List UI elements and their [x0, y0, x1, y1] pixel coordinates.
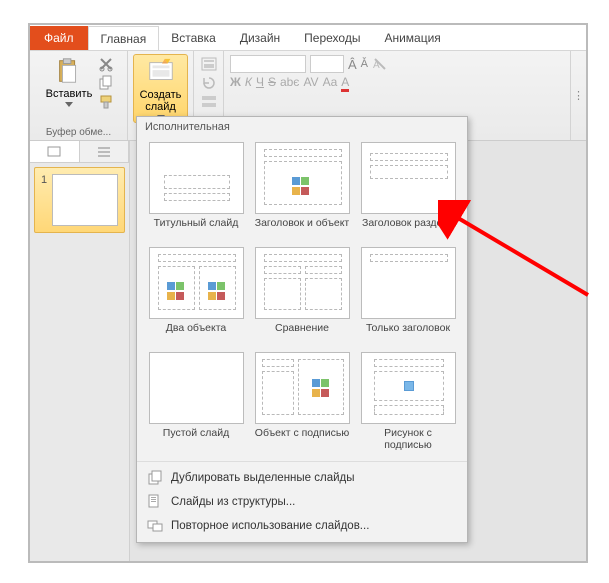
group-clipboard-label: Буфер обме...	[35, 127, 122, 139]
layout-section-header[interactable]: Заголовок раздела	[357, 140, 459, 243]
group-clipboard: Вставить Буфер обме...	[30, 51, 128, 140]
layout-content-caption[interactable]: Объект с подписью	[251, 350, 353, 453]
slides-icon	[46, 144, 62, 160]
layout-label: Рисунок с подписью	[359, 427, 457, 451]
layout-blank[interactable]: Пустой слайд	[145, 350, 247, 453]
layout-thumb	[255, 142, 350, 214]
format-painter-icon[interactable]	[98, 94, 114, 110]
duplicate-icon	[147, 470, 163, 486]
new-slide-label: Создать слайд	[137, 89, 184, 113]
slide-thumb-1[interactable]: 1	[34, 167, 125, 233]
layout-label: Пустой слайд	[163, 427, 229, 451]
slide-number: 1	[41, 174, 48, 226]
layout-label: Заголовок раздела	[362, 217, 454, 241]
layout-title-slide[interactable]: Титульный слайд	[145, 140, 247, 243]
outline-tab[interactable]	[80, 141, 130, 162]
svg-text:A: A	[373, 60, 380, 71]
font-family-combo[interactable]	[230, 55, 306, 73]
menu-reuse-slides[interactable]: Повторное использование слайдов...	[137, 514, 467, 538]
layout-thumb	[361, 352, 456, 424]
tab-file[interactable]: Файл	[30, 26, 88, 50]
layout-thumb	[361, 247, 456, 319]
layout-thumb	[255, 352, 350, 424]
paste-icon	[54, 56, 84, 86]
bold-button[interactable]: Ж	[230, 75, 241, 92]
layout-title-only[interactable]: Только заголовок	[357, 245, 459, 348]
layout-thumb	[149, 352, 244, 424]
menu-label: Слайды из структуры...	[171, 496, 295, 508]
layout-label: Объект с подписью	[255, 427, 349, 451]
theme-title: Исполнительная	[137, 117, 467, 136]
tab-design[interactable]: Дизайн	[228, 26, 292, 49]
paste-button[interactable]: Вставить	[43, 54, 96, 109]
layout-gallery: Титульный слайд Заголовок и объект Загол…	[137, 136, 467, 461]
dropdown-menu: Дублировать выделенные слайды Слайды из …	[137, 462, 467, 542]
menu-duplicate-slides[interactable]: Дублировать выделенные слайды	[137, 466, 467, 490]
tab-animation[interactable]: Анимация	[372, 26, 452, 49]
new-slide-icon	[146, 57, 176, 87]
clear-format-icon[interactable]: A	[372, 56, 388, 72]
thumbnails-tab[interactable]	[30, 141, 80, 162]
new-slide-dropdown: Исполнительная Титульный слайд Заголовок…	[136, 116, 468, 543]
paste-label: Вставить	[46, 88, 93, 100]
layout-thumb	[255, 247, 350, 319]
outline-icon	[96, 144, 112, 160]
cut-icon[interactable]	[98, 56, 114, 72]
copy-icon[interactable]	[98, 75, 114, 91]
tab-transitions[interactable]: Переходы	[292, 26, 372, 49]
font-color-button[interactable]: A	[341, 75, 349, 92]
tab-insert[interactable]: Вставка	[159, 26, 228, 49]
tab-home[interactable]: Главная	[88, 26, 160, 50]
chevron-down-icon	[65, 102, 73, 107]
layout-title-content[interactable]: Заголовок и объект	[251, 140, 353, 243]
slide-panel: 1	[30, 141, 130, 561]
layout-label: Только заголовок	[366, 322, 450, 346]
shadow-button[interactable]: abє	[280, 75, 299, 92]
outline-file-icon	[147, 494, 163, 510]
layout-picture-caption[interactable]: Рисунок с подписью	[357, 350, 459, 453]
view-tabs	[30, 141, 129, 163]
layout-comparison[interactable]: Сравнение	[251, 245, 353, 348]
layout-thumb	[149, 142, 244, 214]
case-button[interactable]: Aa	[323, 75, 338, 92]
underline-button[interactable]: Ч	[256, 75, 264, 92]
layout-label: Два объекта	[166, 322, 226, 346]
reset-icon[interactable]	[201, 75, 217, 91]
spacing-button[interactable]: AV	[303, 75, 318, 92]
layout-label: Титульный слайд	[154, 217, 239, 241]
section-icon[interactable]	[201, 94, 217, 110]
layout-two-content[interactable]: Два объекта	[145, 245, 247, 348]
layout-thumb	[361, 142, 456, 214]
font-size-combo[interactable]	[310, 55, 344, 73]
tab-bar: Файл Главная Вставка Дизайн Переходы Ани…	[30, 25, 586, 51]
menu-label: Повторное использование слайдов...	[171, 520, 369, 532]
reuse-icon	[147, 518, 163, 534]
slide-preview	[52, 174, 118, 226]
layout-label: Сравнение	[275, 322, 329, 346]
italic-button[interactable]: К	[245, 75, 252, 92]
menu-label: Дублировать выделенные слайды	[171, 472, 355, 484]
strike-button[interactable]: S	[268, 75, 276, 92]
layout-icon[interactable]	[201, 56, 217, 72]
new-slide-button[interactable]: Создать слайд	[133, 54, 188, 123]
menu-slides-from-outline[interactable]: Слайды из структуры...	[137, 490, 467, 514]
layout-thumb	[149, 247, 244, 319]
layout-label: Заголовок и объект	[255, 217, 350, 241]
